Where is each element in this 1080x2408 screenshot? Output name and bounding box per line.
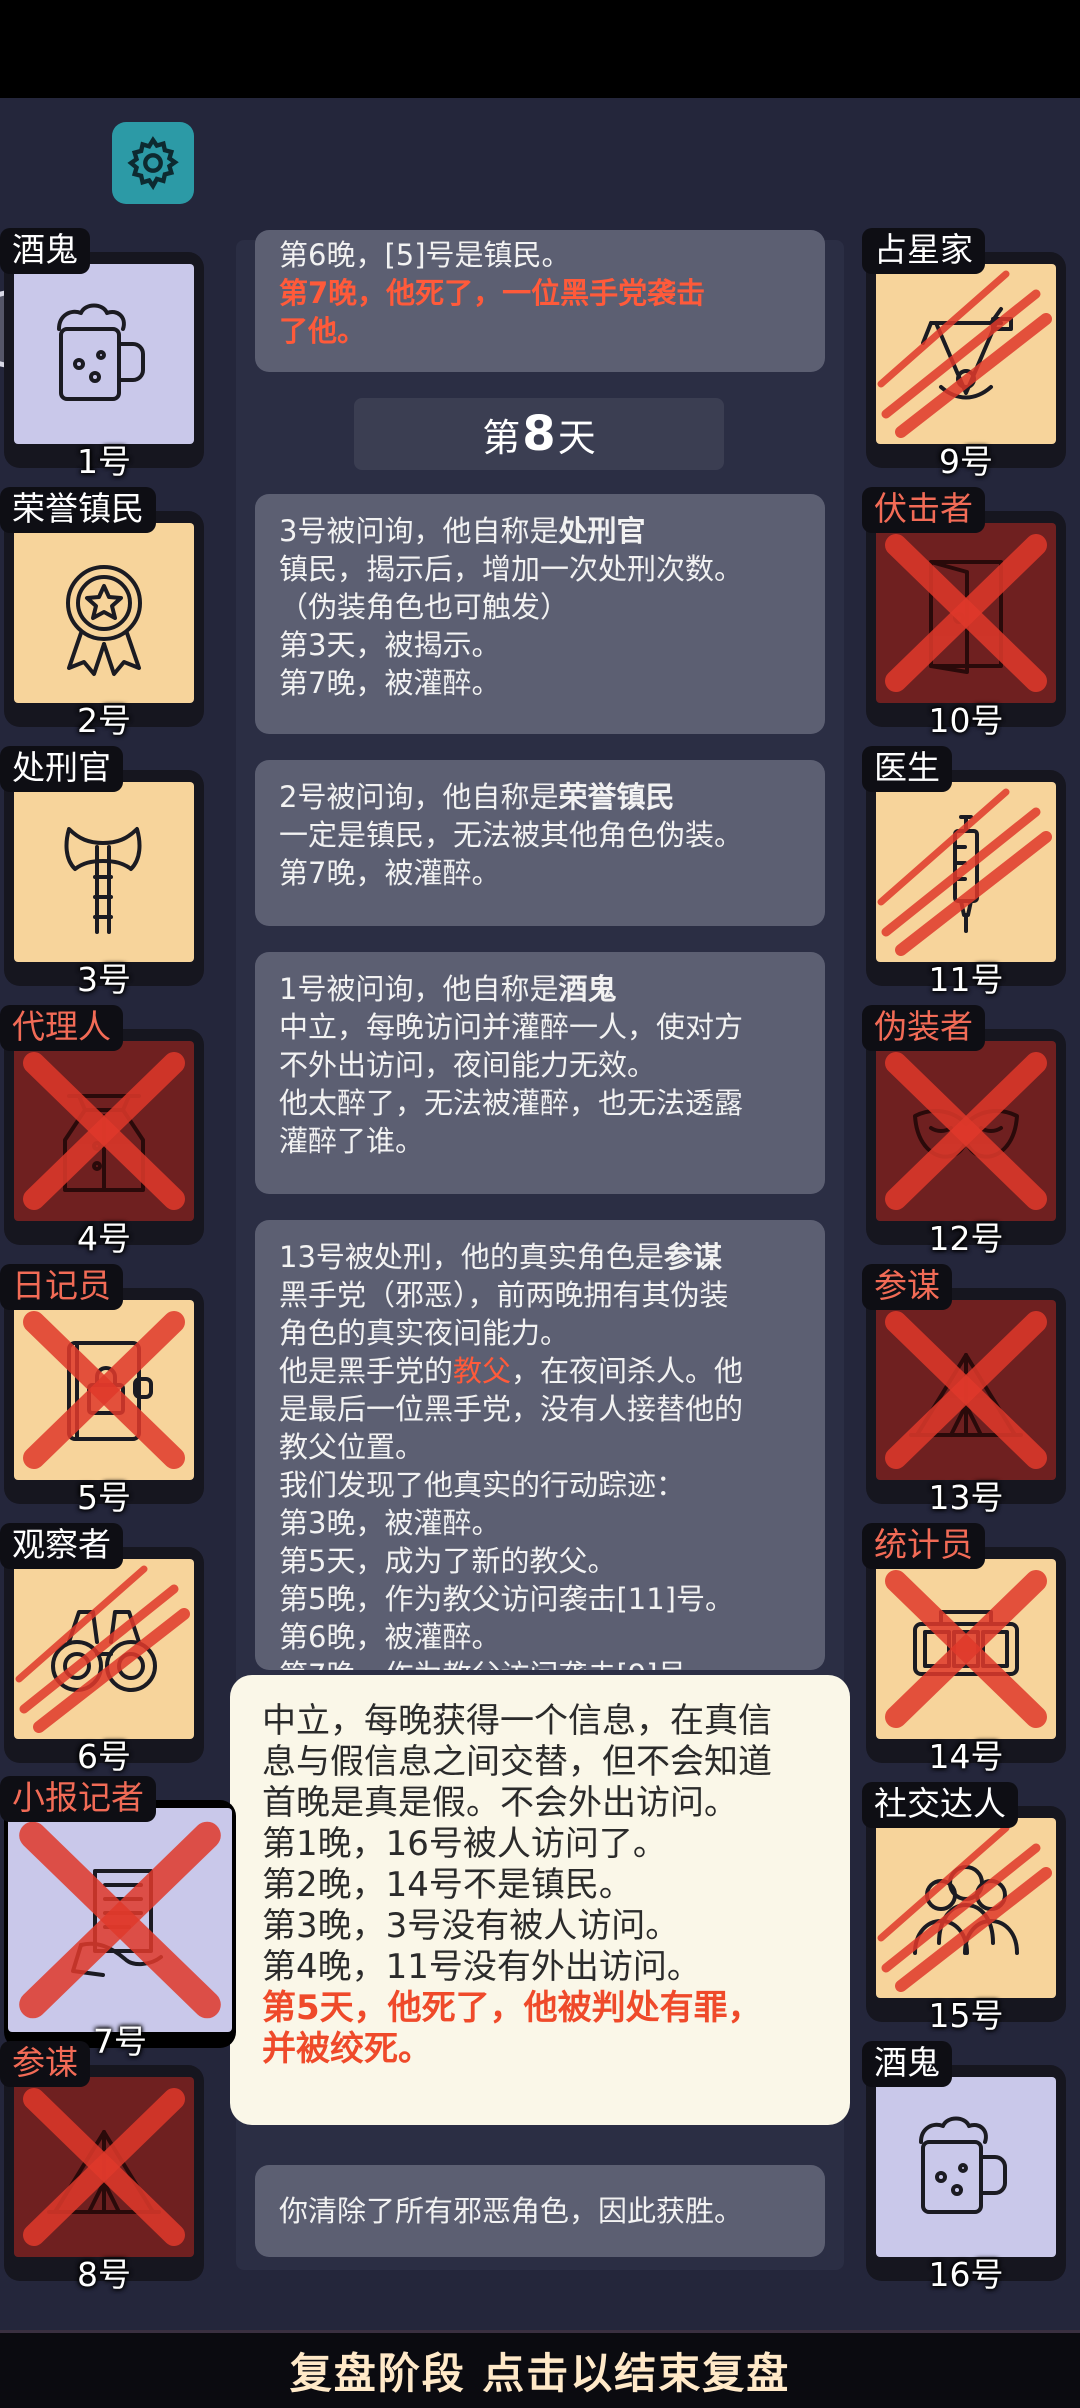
role-name: 医生 bbox=[862, 746, 952, 792]
role-name: 参谋 bbox=[862, 1264, 952, 1310]
gear-icon bbox=[127, 136, 179, 191]
player-card[interactable]: 占星家 9号 bbox=[862, 228, 1070, 481]
role-portrait bbox=[876, 523, 1056, 703]
role-name: 酒鬼 bbox=[862, 2041, 952, 2087]
player-number: 12号 bbox=[928, 1219, 1004, 1258]
player-number: 13号 bbox=[928, 1478, 1004, 1517]
end-review-button[interactable]: 复盘阶段 点击以结束复盘 bbox=[0, 2330, 1080, 2408]
beer-mug-icon bbox=[919, 2116, 1007, 2214]
player-number: 8号 bbox=[77, 2255, 131, 2294]
log-message: 1号被问询，他自称是酒鬼 中立，每晚访问并灌醉一人，使对方 不外出访问，夜间能力… bbox=[255, 952, 825, 1194]
cross-mark-icon bbox=[885, 1052, 1047, 1210]
cross-mark-icon bbox=[23, 1052, 185, 1210]
player-card[interactable]: 日记员 5号 bbox=[0, 1264, 208, 1517]
role-portrait bbox=[14, 2077, 194, 2257]
cross-mark-icon bbox=[23, 2088, 185, 2246]
log-message: 13号被处刑，他的真实角色是参谋 黑手党（邪恶），前两晚拥有其伪装 角色的真实夜… bbox=[255, 1220, 825, 1670]
claw-marks-icon bbox=[877, 270, 1052, 438]
role-portrait bbox=[876, 1559, 1056, 1739]
medal-icon bbox=[66, 565, 142, 676]
player-number: 10号 bbox=[928, 701, 1004, 740]
log-message: 3号被问询，他自称是处刑官 镇民，揭示后，增加一次处刑次数。 （伪装角色也可触发… bbox=[255, 494, 825, 734]
role-name: 小报记者 bbox=[0, 1776, 156, 1822]
role-name: 观察者 bbox=[0, 1523, 123, 1569]
role-name: 社交达人 bbox=[862, 1782, 1018, 1828]
log-message: 2号被问询，他自称是荣誉镇民 一定是镇民，无法被其他角色伪装。 第7晚，被灌醉。 bbox=[255, 760, 825, 926]
role-portrait bbox=[14, 1559, 194, 1739]
role-portrait bbox=[14, 1041, 194, 1221]
role-portrait bbox=[876, 2077, 1056, 2257]
player-number: 9号 bbox=[939, 442, 993, 481]
log-message: 你清除了所有邪恶角色，因此获胜。 bbox=[255, 2165, 825, 2257]
player-card[interactable]: 统计员 14号 bbox=[862, 1523, 1070, 1776]
player-number: 15号 bbox=[928, 1996, 1004, 2035]
player-number: 4号 bbox=[77, 1219, 131, 1258]
role-name: 处刑官 bbox=[0, 746, 123, 792]
role-name: 酒鬼 bbox=[0, 228, 90, 274]
role-portrait bbox=[876, 1818, 1056, 1998]
player-card[interactable]: 荣誉镇民 2号 bbox=[0, 487, 208, 740]
player-number: 5号 bbox=[77, 1478, 131, 1517]
cross-mark-icon bbox=[23, 1311, 185, 1469]
player-card[interactable]: 社交达人 15号 bbox=[862, 1782, 1070, 2035]
claw-marks-icon bbox=[877, 788, 1052, 956]
player-number: 11号 bbox=[928, 960, 1004, 999]
player-card[interactable]: 伏击者 10号 bbox=[862, 487, 1070, 740]
role-portrait bbox=[876, 1041, 1056, 1221]
player-number: 14号 bbox=[928, 1737, 1004, 1776]
player-card[interactable]: 小报记者 7号 bbox=[0, 1776, 240, 2061]
player-card[interactable]: 酒鬼 1号 bbox=[0, 228, 208, 481]
role-portrait bbox=[876, 782, 1056, 962]
role-portrait bbox=[876, 264, 1056, 444]
role-name: 伏击者 bbox=[862, 487, 985, 533]
cross-mark-icon bbox=[19, 1821, 221, 2019]
role-portrait bbox=[14, 1300, 194, 1480]
role-portrait bbox=[14, 264, 194, 444]
cross-mark-icon bbox=[885, 1570, 1047, 1728]
role-name: 日记员 bbox=[0, 1264, 123, 1310]
cross-mark-icon bbox=[885, 1311, 1047, 1469]
player-card[interactable]: 医生 11号 bbox=[862, 746, 1070, 999]
role-name: 荣誉镇民 bbox=[0, 487, 156, 533]
player-number: 1号 bbox=[77, 442, 131, 481]
player-number: 16号 bbox=[928, 2255, 1004, 2294]
settings-button[interactable] bbox=[112, 122, 194, 204]
role-portrait bbox=[14, 523, 194, 703]
player-number: 6号 bbox=[77, 1737, 131, 1776]
player-card[interactable]: 参谋 13号 bbox=[862, 1264, 1070, 1517]
player-card[interactable]: 酒鬼 16号 bbox=[862, 2041, 1070, 2294]
role-name: 参谋 bbox=[0, 2041, 90, 2087]
player-card[interactable]: 观察者 6号 bbox=[0, 1523, 208, 1776]
role-portrait bbox=[876, 1300, 1056, 1480]
day-banner: 第8天 bbox=[354, 398, 724, 470]
cross-mark-icon bbox=[885, 534, 1047, 692]
player-card[interactable]: 参谋 8号 bbox=[0, 2041, 208, 2294]
claw-marks-icon bbox=[15, 1565, 190, 1733]
player-number: 3号 bbox=[77, 960, 131, 999]
status-bar bbox=[0, 0, 1080, 98]
role-name: 占星家 bbox=[862, 228, 985, 274]
beer-mug-icon bbox=[57, 303, 145, 401]
role-name: 代理人 bbox=[0, 1005, 123, 1051]
player-number: 2号 bbox=[77, 701, 131, 740]
role-portrait bbox=[14, 782, 194, 962]
axe-icon bbox=[64, 827, 142, 934]
player-card[interactable]: 代理人 4号 bbox=[0, 1005, 208, 1258]
role-portrait bbox=[8, 1808, 232, 2032]
role-name: 统计员 bbox=[862, 1523, 985, 1569]
role-name: 伪装者 bbox=[862, 1005, 985, 1051]
role-tooltip: 中立，每晚获得一个信息，在真信 息与假信息之间交替，但不会知道 首晚是真是假。不… bbox=[230, 1675, 850, 2125]
player-card[interactable]: 处刑官 3号 bbox=[0, 746, 208, 999]
log-message: 第6晚，[5]号是镇民。 第7晚，他死了，一位黑手党袭击 了他。 bbox=[255, 230, 825, 372]
player-card[interactable]: 伪装者 12号 bbox=[862, 1005, 1070, 1258]
claw-marks-icon bbox=[877, 1824, 1052, 1992]
